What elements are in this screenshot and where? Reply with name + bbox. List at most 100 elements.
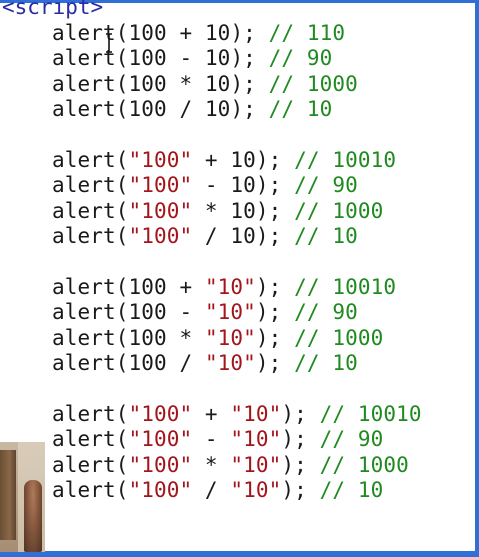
token-op: / bbox=[192, 478, 231, 503]
token-fn: alert bbox=[52, 478, 116, 503]
token-op: / bbox=[166, 97, 205, 122]
token-op: - bbox=[192, 173, 231, 198]
text-cursor-icon bbox=[106, 33, 112, 53]
token-fn: alert bbox=[52, 275, 116, 299]
code-line[interactable]: alert(100 / 10); // 10 bbox=[52, 97, 332, 121]
right-scrollbar-edge[interactable] bbox=[475, 0, 479, 557]
token-str: "100" bbox=[128, 452, 193, 477]
token-num: 100 bbox=[128, 275, 167, 299]
bottom-accent-bar bbox=[0, 551, 479, 557]
code-line[interactable]: alert(100 - "10"); // 90 bbox=[52, 300, 358, 324]
token-num: 100 bbox=[128, 300, 167, 325]
token-op: + bbox=[166, 21, 205, 45]
token-num: 10 bbox=[204, 46, 231, 71]
token-punc: ( bbox=[115, 71, 129, 96]
token-op: + bbox=[192, 148, 231, 172]
token-op: + bbox=[192, 402, 231, 426]
code-line[interactable]: alert(100 * 10); // 1000 bbox=[52, 72, 358, 96]
token-punc: ); bbox=[255, 325, 295, 350]
token-str: "100" bbox=[128, 224, 193, 249]
token-comment: // 10010 bbox=[319, 402, 422, 426]
token-punc: ); bbox=[255, 224, 295, 249]
code-line[interactable]: alert(100 + 10); // 110 bbox=[52, 21, 345, 45]
token-comment: // 10 bbox=[319, 478, 384, 503]
token-punc: ); bbox=[255, 173, 295, 198]
token-comment: // 1000 bbox=[268, 71, 358, 96]
token-punc: ( bbox=[115, 21, 129, 45]
code-line[interactable]: alert(100 * "10"); // 1000 bbox=[52, 326, 383, 350]
token-punc: ( bbox=[115, 198, 129, 223]
token-str: "10" bbox=[230, 478, 282, 503]
token-fn: alert bbox=[52, 325, 116, 350]
token-str: "100" bbox=[128, 173, 193, 198]
webcam-overlay bbox=[0, 442, 45, 552]
token-op: * bbox=[192, 452, 231, 477]
code-line[interactable]: alert("100" * "10"); // 1000 bbox=[52, 453, 409, 477]
token-punc: ( bbox=[115, 97, 129, 122]
token-num: 10 bbox=[204, 71, 231, 96]
token-num: 100 bbox=[128, 351, 167, 376]
token-punc: ); bbox=[255, 198, 295, 223]
token-num: 100 bbox=[128, 21, 167, 45]
token-str: "100" bbox=[128, 148, 193, 172]
webcam-person bbox=[24, 480, 42, 552]
token-comment: // 10 bbox=[268, 97, 333, 122]
token-comment: // 90 bbox=[319, 427, 384, 452]
token-comment: // 10010 bbox=[294, 148, 397, 172]
token-str: "10" bbox=[230, 452, 282, 477]
token-num: 10 bbox=[230, 224, 256, 249]
code-line[interactable]: alert("100" + 10); // 10010 bbox=[52, 148, 396, 172]
token-num: 100 bbox=[128, 325, 167, 350]
token-comment: // 90 bbox=[294, 300, 358, 325]
token-fn: alert bbox=[52, 351, 116, 376]
token-punc: ); bbox=[255, 148, 295, 172]
code-line[interactable]: alert(100 + "10"); // 10010 bbox=[52, 275, 396, 299]
code-line[interactable]: alert("100" + "10"); // 10010 bbox=[52, 402, 422, 426]
token-op: - bbox=[166, 46, 205, 71]
token-fn: alert bbox=[52, 97, 116, 122]
token-comment: // 110 bbox=[268, 21, 346, 45]
token-fn: alert bbox=[52, 300, 116, 325]
token-comment: // 1000 bbox=[294, 198, 384, 223]
token-fn: alert bbox=[52, 173, 116, 198]
code-editor[interactable]: <script> alert(100 + 10); // 110 alert(10… bbox=[0, 0, 475, 551]
token-fn: alert bbox=[52, 427, 116, 452]
token-str: "10" bbox=[204, 300, 256, 325]
token-punc: ( bbox=[115, 478, 129, 503]
token-op: / bbox=[192, 224, 231, 249]
token-op: / bbox=[166, 351, 205, 376]
token-num: 10 bbox=[230, 198, 256, 223]
token-punc: ); bbox=[255, 300, 295, 325]
code-line[interactable]: alert("100" / "10"); // 10 bbox=[52, 478, 383, 502]
token-punc: ( bbox=[115, 173, 129, 198]
token-op: - bbox=[192, 427, 231, 452]
token-punc: ( bbox=[115, 351, 129, 376]
code-line[interactable]: alert("100" - 10); // 90 bbox=[52, 173, 358, 197]
token-str: "100" bbox=[128, 402, 193, 426]
token-comment: // 10 bbox=[294, 224, 358, 249]
code-line[interactable]: alert("100" - "10"); // 90 bbox=[52, 427, 383, 451]
token-punc: ); bbox=[230, 71, 269, 96]
token-punc: ( bbox=[115, 427, 129, 452]
script-open-tag: <script> bbox=[2, 0, 104, 19]
token-punc: ); bbox=[281, 427, 320, 452]
code-line[interactable]: alert(100 - 10); // 90 bbox=[52, 46, 332, 70]
token-comment: // 1000 bbox=[294, 325, 384, 350]
token-punc: ( bbox=[115, 300, 129, 325]
token-num: 100 bbox=[128, 71, 167, 96]
token-punc: ); bbox=[230, 21, 269, 45]
token-str: "100" bbox=[128, 427, 193, 452]
token-str: "10" bbox=[204, 325, 256, 350]
token-punc: ); bbox=[281, 452, 320, 477]
token-fn: alert bbox=[52, 148, 116, 172]
token-comment: // 90 bbox=[268, 46, 333, 71]
token-op: - bbox=[166, 300, 205, 325]
token-comment: // 10 bbox=[294, 351, 358, 376]
token-punc: ( bbox=[115, 452, 129, 477]
token-punc: ( bbox=[115, 402, 129, 426]
code-line[interactable]: alert("100" / 10); // 10 bbox=[52, 224, 358, 248]
token-op: * bbox=[166, 71, 205, 96]
webcam-bookshelf bbox=[0, 450, 16, 540]
code-line[interactable]: alert(100 / "10"); // 10 bbox=[52, 351, 358, 375]
code-line[interactable]: alert("100" * 10); // 1000 bbox=[52, 199, 383, 223]
